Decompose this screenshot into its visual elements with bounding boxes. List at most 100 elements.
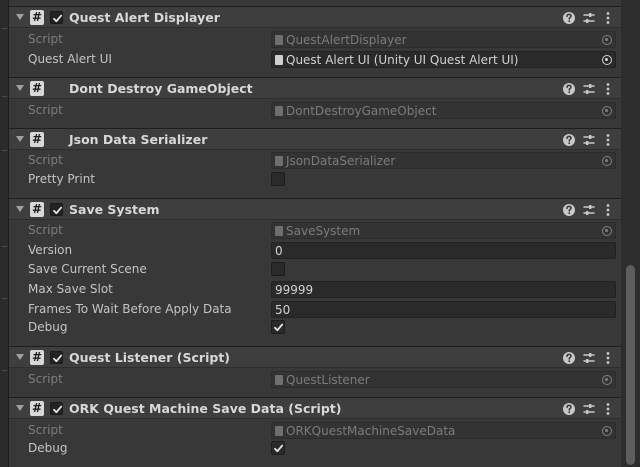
script-file-icon — [275, 426, 283, 436]
property-label: Script — [28, 103, 63, 117]
presets-sliders-icon[interactable] — [582, 82, 596, 96]
script-hash-icon: # — [30, 350, 44, 365]
gutter-tick — [2, 298, 7, 299]
property-label: Version — [28, 243, 73, 257]
property-label: Quest Alert UI — [28, 52, 112, 66]
component-title: Save System — [69, 202, 160, 217]
script-field: QuestListener — [271, 371, 616, 388]
property-row-script: Script JsonDataSerializer — [9, 151, 631, 170]
property-label: Script — [28, 423, 63, 437]
script-field: SaveSystem — [271, 222, 616, 239]
property-row-debug: Debug — [9, 439, 631, 458]
property-checkbox[interactable] — [271, 441, 285, 455]
component-enabled-checkbox[interactable] — [50, 351, 63, 364]
gutter-tick — [2, 150, 7, 151]
component-title: Quest Listener (Script) — [69, 350, 231, 365]
foldout-arrow-icon[interactable] — [16, 354, 24, 360]
script-name: QuestListener — [286, 373, 370, 387]
property-row-script: Script ORKQuestMachineSaveData — [9, 421, 631, 440]
property-label: Script — [28, 32, 63, 46]
inspector-panel: # Quest Alert Displayer Script QuestAlertD… — [9, 0, 631, 467]
property-row-debug: Debug — [9, 318, 631, 337]
component-header[interactable]: # Dont Destroy GameObject — [9, 77, 631, 99]
foldout-arrow-icon[interactable] — [16, 136, 24, 142]
value-input[interactable]: 0 — [271, 242, 616, 259]
foldout-arrow-icon[interactable] — [16, 14, 24, 20]
property-label: Max Save Slot — [28, 282, 113, 296]
presets-sliders-icon[interactable] — [582, 11, 596, 25]
object-picker-icon — [602, 106, 612, 116]
property-row-script: Script DontDestroyGameObject — [9, 101, 631, 120]
script-hash-icon: # — [30, 132, 44, 147]
kebab-menu-icon[interactable] — [601, 351, 615, 365]
gutter-tick — [2, 246, 7, 247]
property-label: Script — [28, 372, 63, 386]
property-label: Debug — [28, 441, 68, 455]
script-file-icon — [275, 226, 283, 236]
presets-sliders-icon[interactable] — [582, 203, 596, 217]
property-row-quest-alert-ui: Quest Alert UI Quest Alert UI (Unity UI … — [9, 50, 631, 69]
presets-sliders-icon[interactable] — [582, 402, 596, 416]
kebab-menu-icon[interactable] — [601, 82, 615, 96]
property-checkbox[interactable] — [271, 262, 285, 276]
kebab-menu-icon[interactable] — [601, 133, 615, 147]
input-value: 99999 — [275, 283, 314, 297]
script-field: QuestAlertDisplayer — [271, 31, 616, 48]
gutter-tick — [2, 370, 7, 371]
help-icon[interactable] — [562, 351, 576, 365]
object-reference-value: Quest Alert UI (Unity UI Quest Alert UI) — [286, 53, 519, 67]
value-input[interactable]: 50 — [271, 301, 616, 318]
value-input[interactable]: 99999 — [271, 281, 616, 298]
component-enabled-checkbox[interactable] — [50, 11, 63, 24]
script-file-icon — [275, 156, 283, 166]
kebab-menu-icon[interactable] — [601, 11, 615, 25]
help-icon[interactable] — [562, 402, 576, 416]
foldout-arrow-icon[interactable] — [16, 206, 24, 212]
kebab-menu-icon[interactable] — [601, 203, 615, 217]
foldout-arrow-icon[interactable] — [16, 85, 24, 91]
help-icon[interactable] — [562, 11, 576, 25]
input-value: 50 — [275, 303, 291, 317]
hierarchy-gutter — [0, 0, 9, 467]
object-reference-field[interactable]: Quest Alert UI (Unity UI Quest Alert UI) — [271, 51, 616, 68]
property-label: Script — [28, 153, 63, 167]
object-picker-icon[interactable] — [602, 55, 612, 65]
property-label: Debug — [28, 320, 68, 334]
help-icon[interactable] — [562, 133, 576, 147]
inspector-scrollbar[interactable] — [621, 0, 640, 467]
script-field: ORKQuestMachineSaveData — [271, 422, 616, 439]
object-picker-icon — [602, 375, 612, 385]
script-name: JsonDataSerializer — [286, 154, 396, 168]
script-name: SaveSystem — [286, 224, 361, 238]
script-file-icon — [275, 375, 283, 385]
component-header[interactable]: # Quest Listener (Script) — [9, 346, 631, 368]
property-checkbox[interactable] — [271, 172, 285, 186]
foldout-arrow-icon[interactable] — [16, 405, 24, 411]
property-row-frames-to-wait-before-apply-data: Frames To Wait Before Apply Data 50 — [9, 300, 631, 319]
property-row-script: Script QuestAlertDisplayer — [9, 30, 631, 49]
presets-sliders-icon[interactable] — [582, 133, 596, 147]
component-header[interactable]: # ORK Quest Machine Save Data (Script) — [9, 397, 631, 419]
gutter-tick — [2, 28, 7, 29]
scrollbar-thumb[interactable] — [626, 265, 635, 465]
gutter-tick — [2, 96, 7, 97]
kebab-menu-icon[interactable] — [601, 402, 615, 416]
component-header[interactable]: # Save System — [9, 198, 631, 220]
property-row-save-current-scene: Save Current Scene — [9, 260, 631, 279]
component-title: Json Data Serializer — [69, 132, 208, 147]
help-icon[interactable] — [562, 203, 576, 217]
script-name: ORKQuestMachineSaveData — [286, 424, 456, 438]
component-enabled-checkbox[interactable] — [50, 402, 63, 415]
component-title: Quest Alert Displayer — [69, 10, 220, 25]
presets-sliders-icon[interactable] — [582, 351, 596, 365]
script-file-icon — [275, 35, 283, 45]
script-file-icon — [275, 106, 283, 116]
property-row-pretty-print: Pretty Print — [9, 170, 631, 189]
component-header[interactable]: # Quest Alert Displayer — [9, 6, 631, 28]
help-icon[interactable] — [562, 82, 576, 96]
property-label: Frames To Wait Before Apply Data — [28, 302, 232, 316]
property-checkbox[interactable] — [271, 320, 285, 334]
component-title: ORK Quest Machine Save Data (Script) — [69, 401, 342, 416]
component-enabled-checkbox[interactable] — [50, 203, 63, 216]
component-header[interactable]: # Json Data Serializer — [9, 128, 631, 150]
